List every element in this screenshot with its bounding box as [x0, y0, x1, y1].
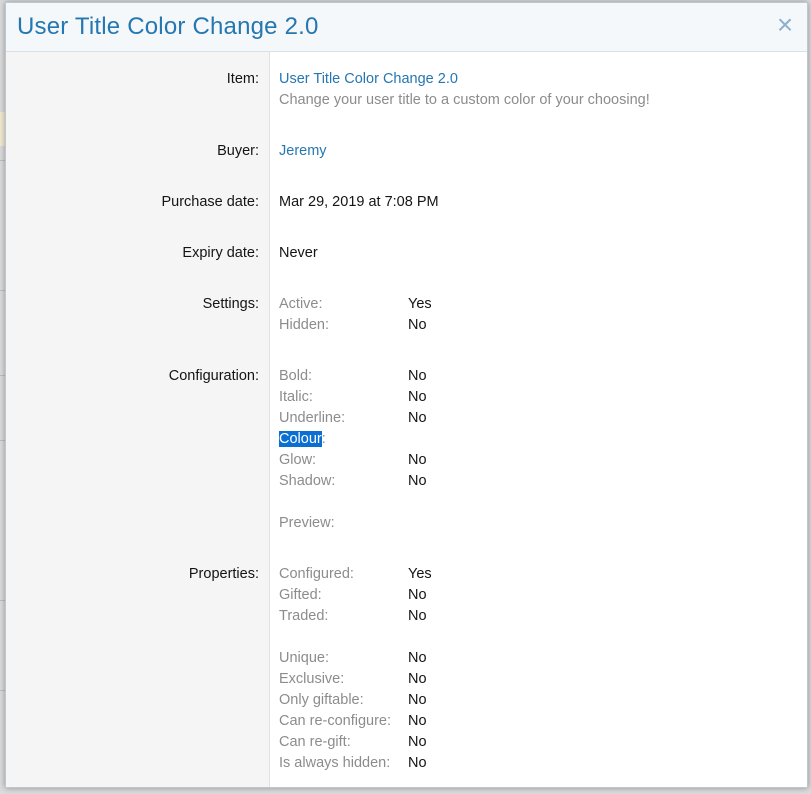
buyer-label: Buyer:: [217, 143, 259, 159]
colour-label-selected-text: Colour: [279, 431, 322, 447]
underline-value: No: [408, 410, 427, 426]
italic-value: No: [408, 389, 427, 405]
purchase-date-label: Purchase date:: [161, 194, 259, 210]
purchase-date-value: Mar 29, 2019 at 7:08 PM: [279, 194, 439, 210]
can-regift-value: No: [408, 734, 427, 750]
glow-value: No: [408, 452, 427, 468]
traded-value: No: [408, 608, 427, 624]
hidden-label: Hidden:: [279, 317, 329, 333]
can-reconfigure-value: No: [408, 713, 427, 729]
settings-label: Settings:: [202, 296, 259, 312]
exclusive-value: No: [408, 671, 427, 687]
unique-label: Unique:: [279, 650, 329, 666]
close-icon[interactable]: ×: [773, 11, 797, 39]
overlay-header: User Title Color Change 2.0 ×: [6, 3, 807, 52]
only-giftable-value: No: [408, 692, 427, 708]
item-name-link[interactable]: User Title Color Change 2.0: [279, 71, 458, 87]
exclusive-label: Exclusive:: [279, 671, 345, 687]
item-label: Item:: [226, 71, 259, 87]
gifted-label: Gifted:: [279, 587, 322, 603]
always-hidden-label: Is always hidden:: [279, 755, 391, 771]
only-giftable-label: Only giftable:: [279, 692, 364, 708]
overlay-body: Item: User Title Color Change 2.0 Change…: [6, 52, 807, 787]
active-value: Yes: [408, 296, 432, 312]
configured-label: Configured:: [279, 566, 354, 582]
glow-label: Glow:: [279, 452, 317, 468]
configured-value: Yes: [408, 566, 432, 582]
configuration-label: Configuration:: [168, 368, 259, 384]
bold-label: Bold:: [279, 368, 313, 384]
hidden-value: No: [408, 317, 427, 333]
active-label: Active:: [279, 296, 323, 312]
can-reconfigure-label: Can re-configure:: [279, 713, 392, 729]
shadow-value: No: [408, 473, 427, 489]
italic-label: Italic:: [279, 389, 313, 405]
properties-label: Properties:: [188, 566, 259, 582]
underline-label: Underline:: [279, 410, 346, 426]
can-regift-label: Can re-gift:: [279, 734, 351, 750]
gifted-value: No: [408, 587, 427, 603]
colour-label-colon: :: [321, 431, 326, 447]
label-column: [6, 52, 270, 787]
overlay-title: User Title Color Change 2.0: [17, 13, 319, 40]
expiry-date-value: Never: [279, 245, 318, 261]
item-details-overlay: User Title Color Change 2.0 × Item: User…: [5, 2, 808, 788]
always-hidden-value: No: [408, 755, 427, 771]
buyer-link[interactable]: Jeremy: [279, 143, 327, 159]
unique-value: No: [408, 650, 427, 666]
expiry-date-label: Expiry date:: [182, 245, 259, 261]
bold-value: No: [408, 368, 427, 384]
shadow-label: Shadow:: [279, 473, 336, 489]
traded-label: Traded:: [279, 608, 329, 624]
preview-label: Preview:: [279, 515, 335, 531]
colour-row: Colour:: [279, 431, 326, 447]
item-description: Change your user title to a custom color…: [279, 92, 650, 108]
